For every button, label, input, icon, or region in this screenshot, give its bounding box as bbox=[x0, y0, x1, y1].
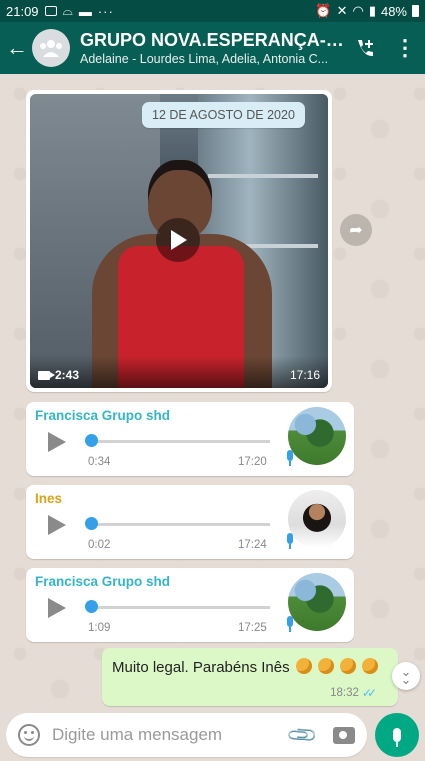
video-camera-icon bbox=[38, 370, 55, 380]
status-time: 21:09 bbox=[6, 3, 39, 19]
read-receipt-icon: ✓✓ bbox=[361, 686, 377, 700]
video-play-button[interactable] bbox=[156, 218, 200, 262]
video-time: 17:16 bbox=[289, 368, 320, 382]
camera-icon[interactable] bbox=[333, 726, 356, 744]
more-vert-icon[interactable]: ⋮ bbox=[385, 37, 425, 59]
status-bar: 21:09 ⌓ ▬ ··· ⏰ ✕ ◠ ▮ 48% bbox=[0, 0, 425, 22]
message-time: 18:32 bbox=[330, 687, 359, 699]
audio-seekbar[interactable] bbox=[92, 440, 270, 443]
battery-percent: 48% bbox=[380, 3, 407, 19]
wifi-icon: ◠ bbox=[352, 3, 364, 18]
alarm-icon: ⏰ bbox=[315, 3, 332, 18]
sender-name[interactable]: Ines bbox=[35, 491, 62, 506]
battery-icon bbox=[412, 5, 419, 17]
emoji-icon[interactable] bbox=[18, 724, 40, 746]
audio-seek-handle[interactable] bbox=[85, 517, 98, 530]
message-time: 17:20 bbox=[238, 456, 267, 468]
audio-message[interactable]: Francisca Grupo shd 1:09 17:25 bbox=[26, 568, 354, 642]
sender-avatar[interactable] bbox=[288, 573, 346, 631]
signal-icon: ▮ bbox=[368, 3, 376, 18]
clapping-hands-icon bbox=[295, 658, 312, 674]
video-message[interactable]: 2:43 17:16 bbox=[26, 90, 332, 392]
message-time: 17:25 bbox=[238, 622, 267, 634]
video-duration: 2:43 bbox=[55, 368, 80, 382]
sender-avatar[interactable] bbox=[288, 490, 346, 548]
message-text-row: Muito legal. Parabéns Inês bbox=[112, 658, 379, 676]
clapping-hands-icon bbox=[340, 658, 357, 674]
voice-record-button[interactable] bbox=[375, 713, 419, 757]
group-title: GRUPO NOVA.ESPERANÇA- S... bbox=[80, 30, 345, 50]
composer-bar: 📎 bbox=[0, 709, 425, 761]
audio-play-icon[interactable] bbox=[48, 598, 66, 618]
gallery-notification-icon bbox=[44, 6, 57, 16]
mic-icon bbox=[393, 728, 402, 747]
mic-icon bbox=[285, 616, 295, 632]
sender-avatar[interactable] bbox=[288, 407, 346, 465]
audio-seekbar[interactable] bbox=[92, 606, 270, 609]
back-arrow-icon[interactable]: ← bbox=[4, 35, 30, 61]
more-notifications-icon: ··· bbox=[97, 3, 114, 19]
audio-duration: 0:02 bbox=[88, 539, 111, 551]
clapping-hands-icon bbox=[362, 658, 379, 674]
mute-icon: ✕ bbox=[336, 3, 348, 18]
audio-duration: 0:34 bbox=[88, 456, 111, 468]
chat-title-area[interactable]: GRUPO NOVA.ESPERANÇA- S... Adelaine - Lo… bbox=[80, 30, 345, 66]
audio-duration: 1:09 bbox=[88, 622, 111, 634]
sender-name[interactable]: Francisca Grupo shd bbox=[35, 408, 170, 423]
group-members: Adelaine - Lourdes Lima, Adelia, Antonia… bbox=[80, 52, 329, 66]
outgoing-message[interactable]: Muito legal. Parabéns Inês 18:32 ✓✓ bbox=[102, 648, 398, 706]
audio-seek-handle[interactable] bbox=[85, 600, 98, 613]
scroll-to-bottom-button[interactable]: ⌄ ⌄ bbox=[392, 662, 420, 690]
chat-header: ← GRUPO NOVA.ESPERANÇA- S... Adelaine - … bbox=[0, 22, 425, 74]
message-notification-icon: ▬ bbox=[78, 3, 92, 19]
video-thumbnail[interactable]: 2:43 17:16 bbox=[30, 94, 328, 388]
message-composer: 📎 bbox=[6, 713, 368, 757]
add-call-icon[interactable] bbox=[345, 37, 385, 59]
audio-seekbar[interactable] bbox=[92, 523, 270, 526]
message-text: Muito legal. Parabéns Inês bbox=[112, 659, 290, 676]
message-time: 17:24 bbox=[238, 539, 267, 551]
message-meta: 18:32 ✓✓ bbox=[330, 686, 377, 700]
attach-icon[interactable]: 📎 bbox=[285, 717, 320, 752]
audio-play-icon[interactable] bbox=[48, 432, 66, 452]
sender-name[interactable]: Francisca Grupo shd bbox=[35, 574, 170, 589]
chat-area[interactable]: 2:43 17:16 12 DE AGOSTO DE 2020 ➦ Franci… bbox=[0, 74, 425, 709]
forward-icon[interactable]: ➦ bbox=[340, 214, 372, 246]
message-input[interactable] bbox=[52, 725, 262, 745]
audio-seek-handle[interactable] bbox=[85, 434, 98, 447]
audio-message[interactable]: Ines 0:02 17:24 bbox=[26, 485, 354, 559]
voicemail-icon: ⌓ bbox=[62, 3, 73, 18]
group-avatar-icon[interactable] bbox=[32, 29, 70, 67]
date-chip: 12 DE AGOSTO DE 2020 bbox=[142, 102, 305, 128]
audio-message[interactable]: Francisca Grupo shd 0:34 17:20 bbox=[26, 402, 354, 476]
clapping-hands-icon bbox=[317, 658, 334, 674]
mic-icon bbox=[285, 533, 295, 549]
mic-icon bbox=[285, 450, 295, 466]
audio-play-icon[interactable] bbox=[48, 515, 66, 535]
